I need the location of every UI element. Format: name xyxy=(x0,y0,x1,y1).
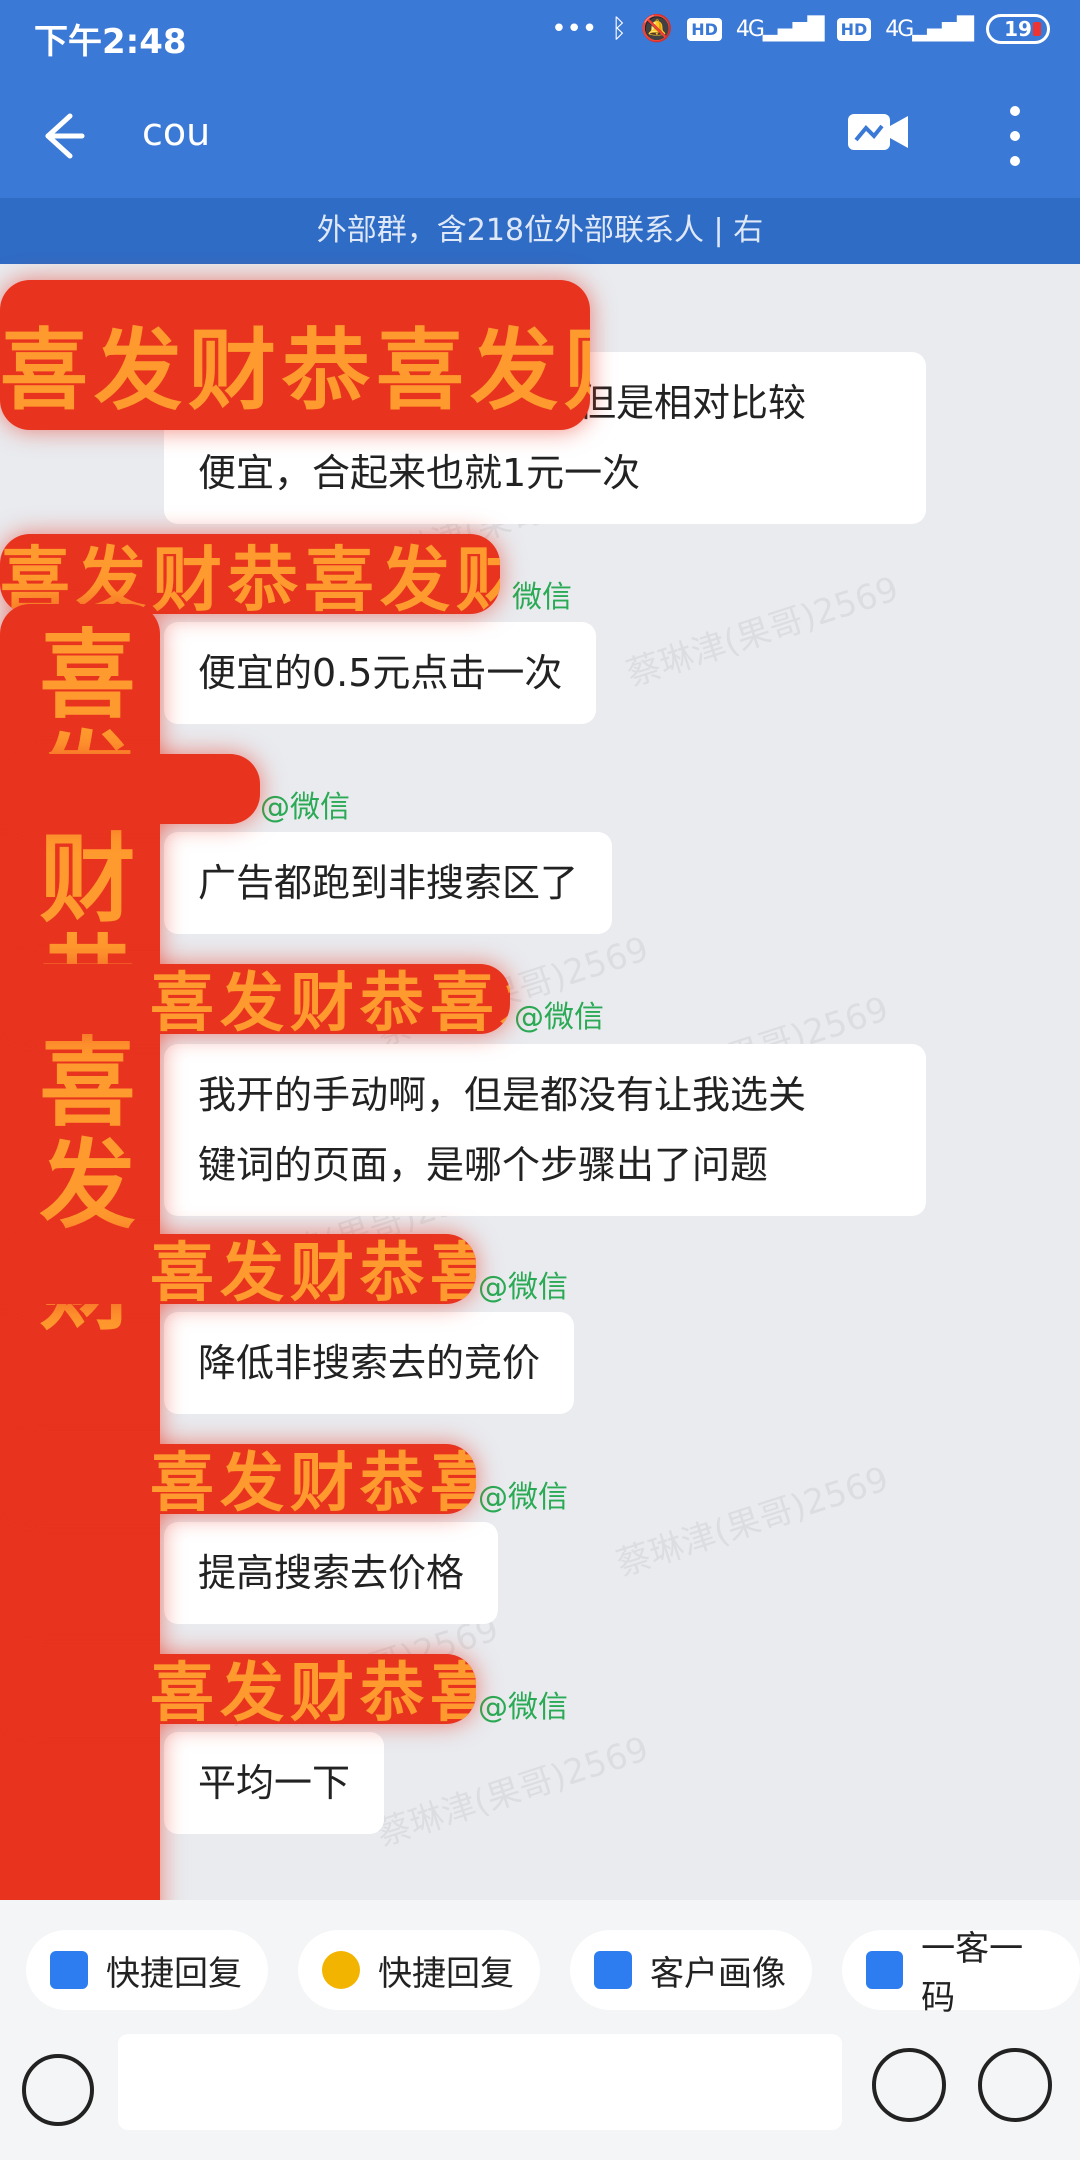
quick-reply-button-2[interactable]: 快捷回复 xyxy=(298,1930,540,2010)
message-line: 广告都跑到非搜索区了 xyxy=(198,861,579,905)
battery-level: 19 xyxy=(1004,17,1032,41)
watermark: 蔡琳津(果哥)2569 xyxy=(371,1729,654,1855)
status-bar: 下午2:48 ••• ᛒ 🔕 HD 4G▂▄▆█ HD 4G▂▄▆█ 19 xyxy=(0,0,1080,70)
battery-icon: 19 xyxy=(986,14,1050,44)
checkbox-icon xyxy=(866,1951,904,1989)
message-bubble[interactable]: 便宜的0.5元点击一次 xyxy=(164,622,597,724)
signal-icon: 4G▂▄▆█ xyxy=(735,16,825,42)
group-info-banner[interactable]: 外部群，含218位外部联系人 | 右 xyxy=(0,198,1080,264)
sender-name: @微信 xyxy=(478,1480,568,1515)
message-line: 提高搜索去价格 xyxy=(198,1551,465,1595)
watermark: 蔡琳津(果哥)2569 xyxy=(621,569,904,695)
sticker-overlay: 喜发财恭喜发财 xyxy=(0,1654,476,1724)
sticker-overlay: 喜发财恭喜发财 xyxy=(0,534,500,614)
sticker-overlay: 喜发财恭喜发财 xyxy=(0,1234,476,1304)
signal-icon-2: 4G▂▄▆█ xyxy=(885,16,974,42)
status-time: 下午2:48 xyxy=(34,22,187,62)
mute-bell-icon: 🔕 xyxy=(640,14,674,44)
message-bubble[interactable]: 降低非搜索去的竞价 xyxy=(164,1312,575,1414)
voice-input-icon[interactable] xyxy=(22,2054,94,2126)
message-line: 便宜，合起来也就1元一次 xyxy=(198,451,641,495)
quick-reply-button[interactable]: 快捷回复 xyxy=(26,1930,268,2010)
input-bar xyxy=(0,2030,1080,2160)
sticker-overlay: 喜发财恭喜发财 xyxy=(0,604,160,2094)
checkbox-icon xyxy=(594,1951,632,1989)
status-icons: ••• ᛒ 🔕 HD 4G▂▄▆█ HD 4G▂▄▆█ 19 xyxy=(551,14,1050,44)
emoji-icon[interactable] xyxy=(872,2048,946,2122)
hd-badge: HD xyxy=(687,17,722,41)
sender-name: @微信 xyxy=(260,790,350,825)
message-line: 我开的手动啊，但是都没有让我选关 xyxy=(198,1073,807,1117)
more-options-icon[interactable] xyxy=(1000,106,1030,166)
message-line: 平均一下 xyxy=(198,1761,351,1805)
message-line: 键词的页面，是哪个步骤出了问题 xyxy=(198,1143,769,1187)
sticker-overlay: 喜发财恭喜发财 xyxy=(0,280,590,430)
quick-action-bar: 快捷回复 快捷回复 客户画像 一客一码 xyxy=(0,1900,1080,2030)
bluetooth-icon: ᛒ xyxy=(611,14,627,44)
customer-profile-button[interactable]: 客户画像 xyxy=(570,1930,812,2010)
message-bubble[interactable]: 平均一下 xyxy=(164,1732,385,1834)
sender-name: @微信 xyxy=(478,1270,568,1305)
checkbox-icon xyxy=(50,1951,88,1989)
more-dots-icon: ••• xyxy=(551,14,598,44)
chat-header: cou xyxy=(0,70,1080,198)
plus-icon[interactable] xyxy=(978,2048,1052,2122)
message-list[interactable]: 蔡琳津(果哥)2569 蔡琳津(果哥)2569 蔡琳津(果哥)2569 蔡琳津(… xyxy=(0,264,1080,2094)
sender-name: 微信 xyxy=(512,580,572,615)
one-customer-one-code-button[interactable]: 一客一码 xyxy=(842,1929,1080,2018)
message-line: 降低非搜索去的竞价 xyxy=(198,1341,541,1385)
video-call-icon[interactable] xyxy=(846,106,912,158)
sender-name: @微信 xyxy=(478,1690,568,1725)
watermark: 蔡琳津(果哥)2569 xyxy=(611,1459,894,1585)
battery-low-mark xyxy=(1033,22,1041,36)
back-arrow-icon[interactable] xyxy=(30,106,90,166)
sticker-overlay xyxy=(0,754,260,824)
sticker-overlay: 喜发财恭喜发财 xyxy=(0,964,510,1034)
chat-title: cou xyxy=(142,110,211,154)
message-bubble[interactable]: 提高搜索去价格 xyxy=(164,1522,499,1624)
message-bubble[interactable]: 广告都跑到非搜索区了 xyxy=(164,832,613,934)
message-line: 便宜的0.5元点击一次 xyxy=(198,651,563,695)
message-bubble[interactable]: 我开的手动啊，但是都没有让我选关 键词的页面，是哪个步骤出了问题 xyxy=(164,1044,926,1216)
hd-badge-2: HD xyxy=(836,17,872,41)
sender-name: @微信 xyxy=(514,1000,604,1035)
note-icon xyxy=(322,1951,360,1989)
sticker-overlay: 喜发财恭喜发财 xyxy=(0,1444,476,1514)
message-input[interactable] xyxy=(118,2034,842,2130)
